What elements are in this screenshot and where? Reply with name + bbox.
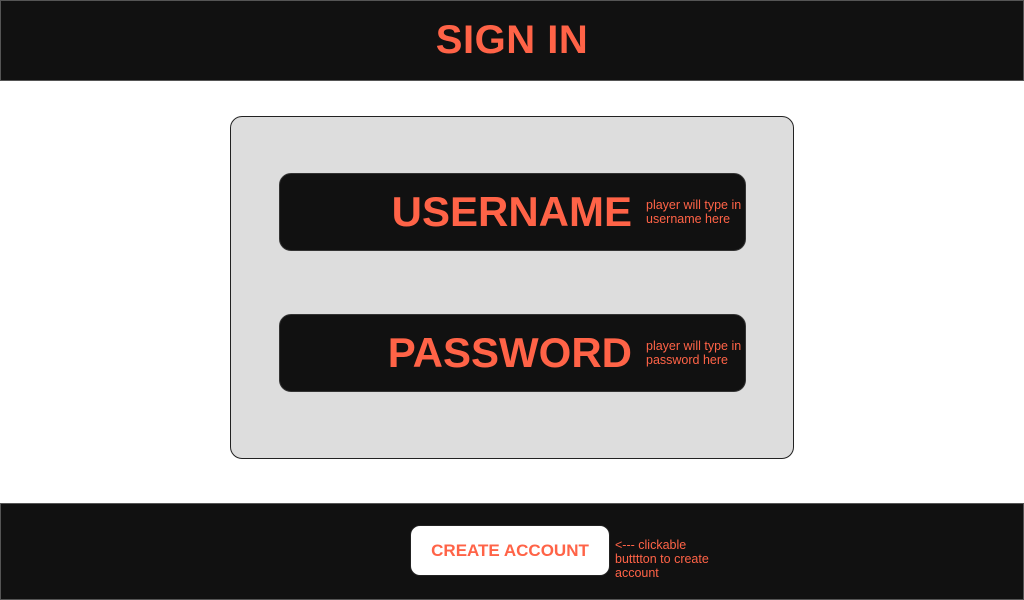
password-field[interactable]: PASSWORD player will type in password he…: [279, 314, 746, 392]
username-field[interactable]: USERNAME player will type in username he…: [279, 173, 746, 251]
username-label: USERNAME: [391, 188, 632, 235]
password-label: PASSWORD: [387, 329, 632, 376]
page-title: SIGN IN: [435, 18, 589, 62]
sign-in-card: USERNAME player will type in username he…: [230, 116, 794, 459]
header-bar: SIGN IN: [0, 0, 1024, 81]
password-note: player will type in password here: [646, 339, 742, 367]
username-note: player will type in username here: [646, 198, 742, 226]
footer-bar: CREATE ACCOUNT <--- clickable butttton t…: [0, 503, 1024, 600]
create-account-note: <--- clickable butttton to create accoun…: [615, 538, 709, 580]
create-account-button[interactable]: CREATE ACCOUNT: [410, 525, 610, 576]
